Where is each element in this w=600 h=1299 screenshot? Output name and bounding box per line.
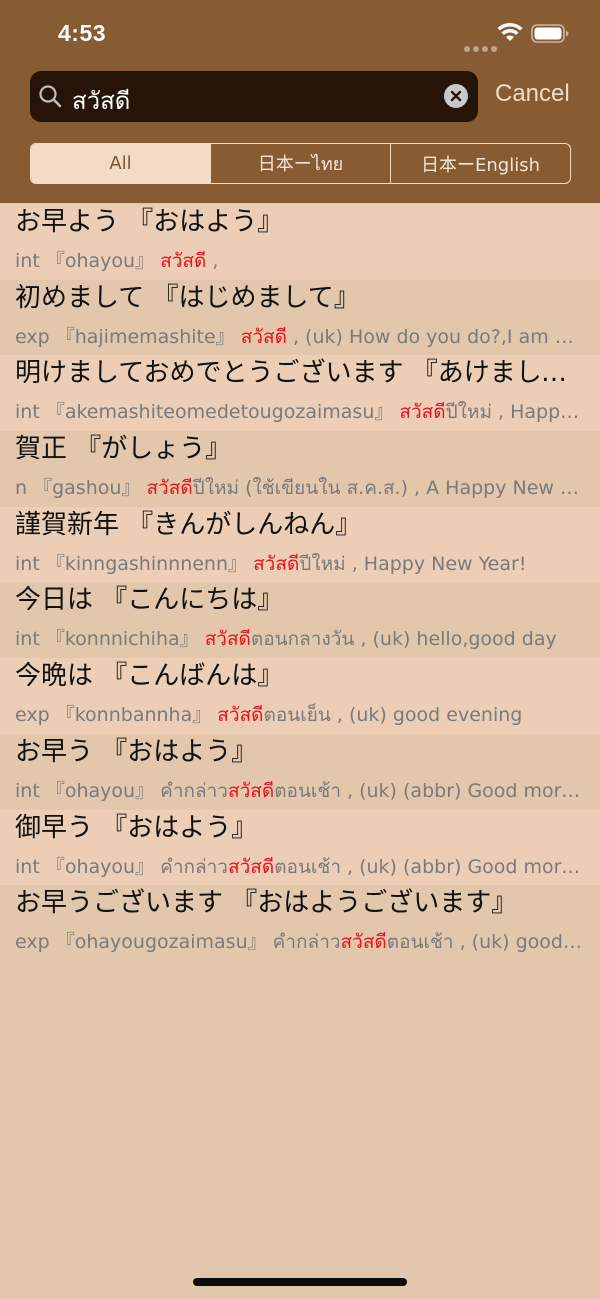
result-detail: exp 『ohayougozaimasu』 คำกล่าวสวัสดีตอนเช… [15, 927, 585, 957]
result-pos: int [15, 628, 40, 651]
result-meaning: ตอนกลางวัน , (uk) hello,good day [250, 628, 557, 651]
result-highlight: สวัสดี [217, 704, 264, 727]
cancel-button[interactable]: Cancel [495, 80, 570, 108]
dictionary-filter-tabs: All 日本ーไทย 日本ーEnglish [30, 143, 571, 184]
result-row[interactable]: 御早う 『おはよう』 int 『ohayou』 คำกล่าวสวัสดีตอนเ… [0, 809, 600, 886]
result-detail: int 『konnnichiha』 สวัสดีตอนกลางวัน , (uk… [15, 624, 585, 654]
header: 4:53 สวัสดี Cancel All 日本ーไทย 日本ーEnglish [0, 0, 600, 203]
result-detail: int 『ohayou』 สวัสดี , [15, 246, 585, 276]
result-prefix: คำกล่าว [160, 779, 228, 802]
battery-icon [531, 24, 569, 43]
result-row[interactable]: お早よう 『おはよう』 int 『ohayou』 สวัสดี , [0, 204, 600, 280]
result-reading: 『ohayougozaimasu』 [55, 931, 267, 954]
result-detail: n 『gashou』 สวัสดีปีใหม่ (ใช้เขียนใน ส.ค.… [15, 473, 585, 503]
result-reading: 『ohayou』 [45, 250, 155, 272]
result-headword: 初めまして 『はじめまして』 [15, 282, 360, 313]
result-detail: exp 『hajimemashite』 สวัสดี , (uk) How do… [15, 322, 585, 352]
result-meaning: ปีใหม่ , Happy New Year [445, 401, 585, 424]
result-prefix: คำกล่าว [160, 855, 228, 878]
result-meaning: ตอนเช้า , (uk) good morning [386, 931, 585, 954]
result-meaning: , [206, 250, 219, 272]
result-highlight: สวัสดี [227, 855, 275, 878]
result-row[interactable]: 今晩は 『こんばんは』 exp 『konnbannha』 สวัสดีตอนเย็… [0, 658, 600, 734]
result-pos: int [15, 779, 40, 802]
result-meaning: ตอนเย็น , (uk) good evening [263, 704, 523, 727]
tab-japanese-thai[interactable]: 日本ーไทย [210, 144, 390, 183]
result-headword: 謹賀新年 『きんがしんねん』 [15, 509, 362, 540]
status-bar: 4:53 [0, 0, 600, 66]
result-reading: 『ohayou』 [45, 779, 155, 802]
result-highlight: สวัสดี [160, 250, 207, 272]
result-row[interactable]: 賀正 『がしょう』 n 『gashou』 สวัสดีปีใหม่ (ใช้เขี… [0, 431, 600, 507]
result-reading: 『akemashiteomedetougozaimasu』 [45, 401, 394, 424]
result-meaning: , (uk) How do you do?,I am glad to meet … [292, 325, 585, 348]
result-headword: 明けましておめでとうございます 『あけましておめでとうございます』 [15, 358, 585, 389]
home-indicator [193, 1278, 407, 1286]
result-row[interactable]: 今日は 『こんにちは』 int 『konnnichiha』 สวัสดีตอนกล… [0, 582, 600, 659]
status-time: 4:53 [58, 20, 107, 46]
result-reading: 『konnbannha』 [55, 704, 212, 727]
result-row[interactable]: お早う 『おはよう』 int 『ohayou』 คำกล่าวสวัสดีตอนเ… [0, 733, 600, 810]
search-icon [39, 85, 62, 108]
search-input[interactable]: สวัสดี [30, 71, 478, 122]
result-highlight: สวัสดี [146, 477, 193, 500]
search-query: สวัสดี [72, 87, 131, 115]
result-detail: int 『ohayou』 คำกล่าวสวัสดีตอนเช้า , (uk)… [15, 852, 585, 882]
result-pos: int [15, 552, 40, 575]
result-pos: exp [15, 931, 50, 954]
result-highlight: สวัสดี [204, 628, 251, 651]
result-pos: int [15, 401, 40, 424]
result-pos: exp [15, 325, 50, 348]
result-headword: お早うございます 『おはようございます』 [15, 888, 518, 919]
result-highlight: สวัสดี [340, 931, 387, 954]
result-pos: exp [15, 704, 50, 727]
wifi-icon [497, 22, 523, 41]
result-headword: 賀正 『がしょう』 [15, 434, 232, 465]
signal-dots-icon [464, 37, 500, 56]
result-reading: 『konnnichiha』 [45, 628, 199, 651]
result-prefix: คำกล่าว [272, 931, 341, 954]
tab-all[interactable]: All [31, 144, 210, 183]
result-reading: 『ohayou』 [45, 855, 155, 878]
result-headword: お早う 『おはよう』 [15, 736, 258, 767]
result-pos: n [15, 477, 28, 500]
result-meaning: ตอนเช้า , (uk) (abbr) Good morning [274, 855, 585, 878]
result-pos: int [15, 855, 40, 878]
result-row[interactable]: 初めまして 『はじめまして』 exp 『hajimemashite』 สวัสดี… [0, 279, 600, 356]
result-headword: 御早う 『おはよう』 [15, 812, 258, 843]
tab-japanese-english[interactable]: 日本ーEnglish [390, 144, 570, 183]
result-detail: exp 『konnbannha』 สวัสดีตอนเย็น , (uk) go… [15, 700, 585, 730]
result-detail: int 『akemashiteomedetougozaimasu』 สวัสดี… [15, 397, 585, 427]
result-detail: int 『ohayou』 คำกล่าวสวัสดีตอนเช้า , (uk)… [15, 776, 585, 806]
result-headword: 今日は 『こんにちは』 [15, 585, 284, 616]
result-meaning: ตอนเช้า , (uk) (abbr) Good morning [274, 779, 585, 802]
clear-icon[interactable] [444, 84, 468, 108]
result-reading: 『hajimemashite』 [55, 325, 235, 348]
result-row[interactable]: 謹賀新年 『きんがしんねん』 int 『kinngashinnnenn』 สวัส… [0, 506, 600, 583]
result-reading: 『kinngashinnnenn』 [45, 552, 248, 575]
result-pos: int [15, 250, 40, 272]
result-headword: 今晩は 『こんばんは』 [15, 661, 284, 692]
result-headword: お早よう 『おはよう』 [15, 207, 284, 237]
result-detail: int 『kinngashinnnenn』 สวัสดีปีใหม่ , Hap… [15, 549, 585, 579]
result-meaning: ปีใหม่ (ใช้เขียนใน ส.ค.ส.) , A Happy New… [192, 477, 585, 500]
result-highlight: สวัสดี [399, 401, 446, 424]
result-row[interactable]: お早うございます 『おはようございます』 exp 『ohayougozaimasu… [0, 885, 600, 961]
results-list: お早よう 『おはよう』 int 『ohayou』 สวัสดี , 初めまして 『は… [0, 204, 600, 961]
result-meaning: ปีใหม่ , Happy New Year! [299, 552, 527, 575]
result-highlight: สวัสดี [240, 325, 287, 348]
result-reading: 『gashou』 [33, 477, 141, 500]
result-row[interactable]: 明けましておめでとうございます 『あけましておめでとうございます』 int 『ak… [0, 355, 600, 432]
result-highlight: สวัสดี [253, 552, 300, 575]
result-highlight: สวัสดี [227, 779, 275, 802]
